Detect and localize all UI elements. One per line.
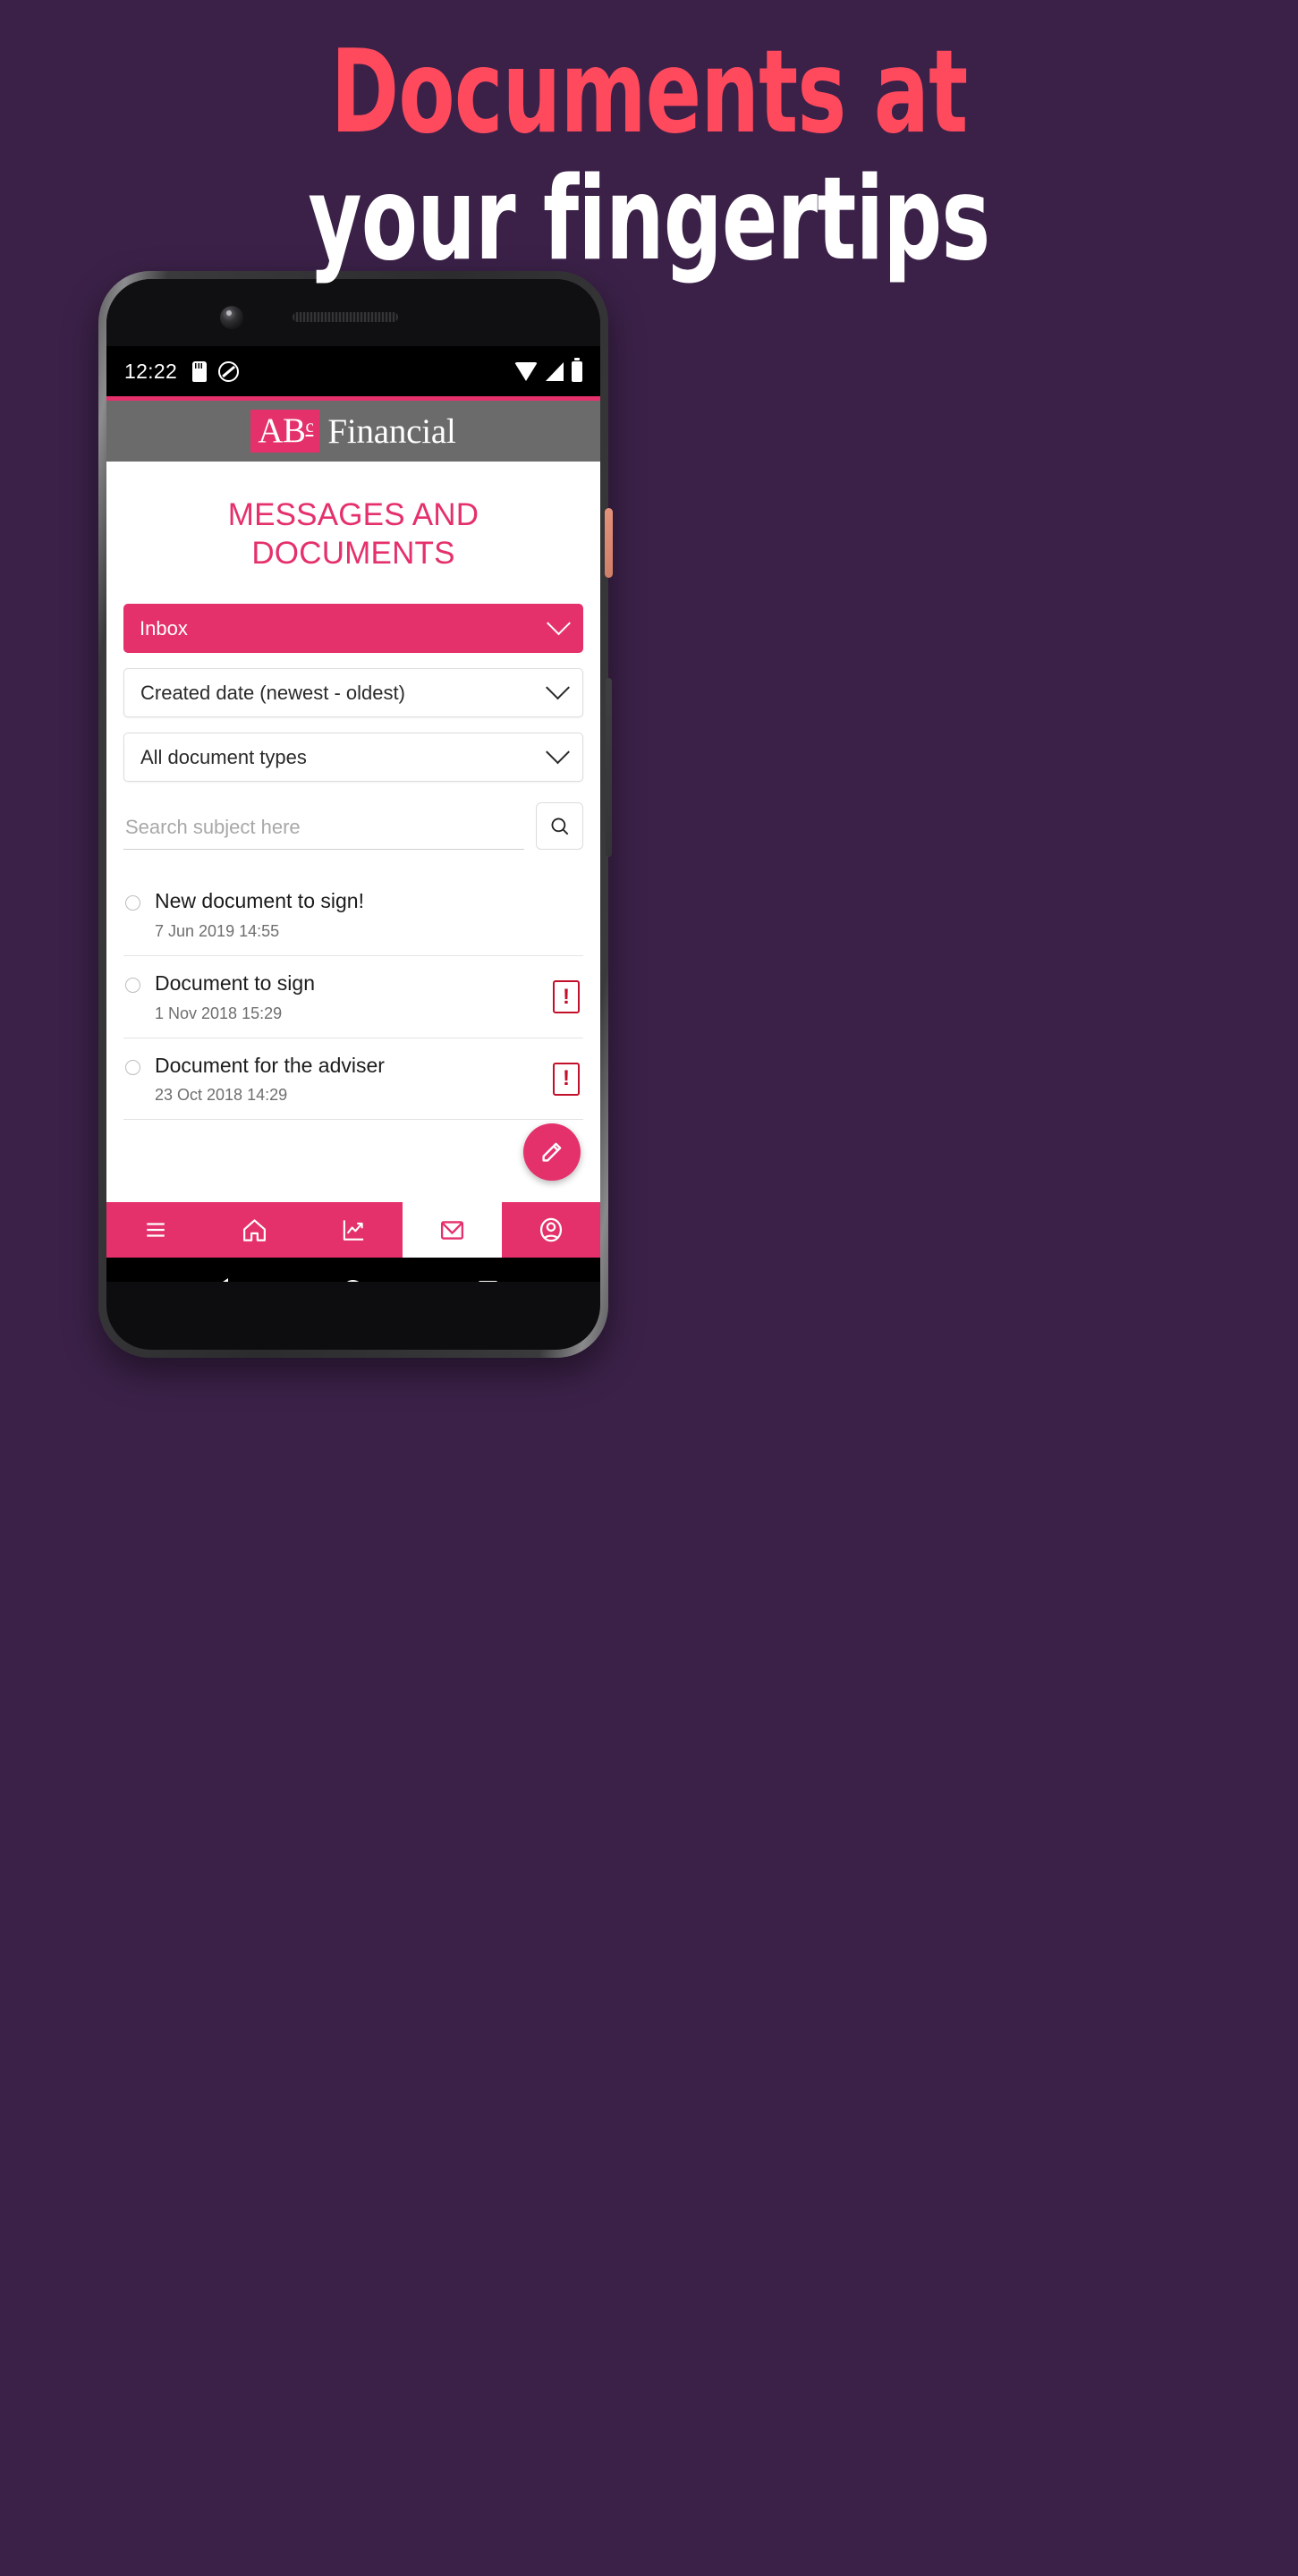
phone-device-inner: 12:22 ABc Financial MESSAGES AND DOCUMEN…: [106, 279, 600, 1350]
phone-device-frame: 12:22 ABc Financial MESSAGES AND DOCUMEN…: [98, 271, 613, 1358]
home-icon: [243, 1218, 267, 1241]
phone-screen: 12:22 ABc Financial MESSAGES AND DOCUMEN…: [106, 346, 600, 1282]
logo-wordmark: Financial: [327, 411, 456, 451]
messages-and-documents-page: MESSAGES AND DOCUMENTS Inbox Created dat…: [106, 462, 600, 1202]
mail-icon: [440, 1220, 463, 1240]
list-item[interactable]: Document to sign 1 Nov 2018 15:29 !: [123, 956, 583, 1038]
action-required-badge: !: [553, 980, 580, 1014]
nav-item-home[interactable]: [205, 1202, 303, 1258]
sd-card-icon: [192, 360, 208, 382]
nav-item-account[interactable]: [502, 1202, 600, 1258]
chart-trend-icon: [343, 1220, 363, 1241]
message-date: 23 Oct 2018 14:29: [155, 1086, 288, 1105]
pencil-icon: [542, 1142, 562, 1162]
chevron-down-icon: [546, 740, 570, 765]
message-text: Document for the adviser 23 Oct 2018 14:…: [155, 1054, 539, 1106]
abc-financial-logo: ABc Financial: [250, 410, 456, 453]
status-bar-right-icons: [514, 357, 582, 382]
sort-select[interactable]: Created date (newest - oldest): [123, 668, 583, 718]
cellular-signal-icon: [546, 361, 564, 381]
app-header: ABc Financial: [106, 401, 600, 462]
sort-select-value: Created date (newest - oldest): [140, 681, 405, 704]
chevron-down-icon: [547, 611, 571, 636]
wifi-icon: [514, 361, 538, 381]
search-input[interactable]: [123, 809, 524, 851]
earpiece-speaker-grille: [293, 312, 398, 322]
action-required-badge: !: [553, 1062, 580, 1096]
power-button[interactable]: [605, 508, 613, 578]
phone-top-bezel: [106, 279, 600, 346]
volume-rocker-button[interactable]: [606, 678, 612, 857]
select-message-radio[interactable]: [125, 895, 140, 911]
compose-message-button[interactable]: [523, 1123, 581, 1181]
do-not-disturb-icon: [218, 360, 240, 382]
message-subject: Document for the adviser: [155, 1053, 385, 1077]
message-list: New document to sign! 7 Jun 2019 14:55 D…: [123, 874, 583, 1121]
list-item[interactable]: Document for the adviser 23 Oct 2018 14:…: [123, 1038, 583, 1121]
message-subject: New document to sign!: [155, 889, 364, 913]
message-date: 1 Nov 2018 15:29: [155, 1004, 283, 1022]
front-camera-icon: [220, 306, 243, 329]
android-navigation-bar: [106, 1258, 600, 1282]
status-bar-left-icons: [192, 360, 240, 382]
recents-square-icon[interactable]: [478, 1280, 499, 1282]
search-button[interactable]: [536, 802, 583, 851]
message-text: New document to sign! 7 Jun 2019 14:55: [155, 889, 581, 941]
select-message-radio[interactable]: [125, 977, 140, 993]
promo-headline-line-1: Documents at: [330, 26, 968, 159]
logo-mark-text: AB: [258, 411, 306, 450]
list-item[interactable]: New document to sign! 7 Jun 2019 14:55: [123, 874, 583, 956]
search-row: [123, 802, 583, 851]
promo-headline: Documents at your fingertips: [0, 36, 1298, 277]
folder-select[interactable]: Inbox: [123, 604, 583, 654]
nav-item-performance[interactable]: [304, 1202, 403, 1258]
menu-icon: [147, 1223, 165, 1237]
bottom-navigation-bar: [106, 1202, 600, 1258]
message-date: 7 Jun 2019 14:55: [155, 921, 280, 940]
document-type-select[interactable]: All document types: [123, 733, 583, 783]
back-icon[interactable]: [208, 1278, 228, 1282]
status-bar-clock: 12:22: [124, 359, 178, 383]
android-status-bar: 12:22: [106, 346, 600, 396]
logo-mark: ABc: [250, 410, 320, 453]
logo-mark-superscript: c: [305, 415, 314, 436]
folder-select-value: Inbox: [140, 616, 188, 640]
document-type-select-value: All document types: [140, 745, 307, 768]
search-icon: [551, 818, 568, 835]
page-title: MESSAGES AND DOCUMENTS: [227, 497, 479, 571]
battery-icon: [572, 357, 582, 382]
account-icon: [539, 1217, 562, 1242]
home-circle-icon[interactable]: [341, 1279, 364, 1282]
promo-headline-line-2: your fingertips: [308, 153, 991, 286]
message-subject: Document to sign: [155, 970, 315, 995]
nav-item-menu[interactable]: [106, 1202, 205, 1258]
message-text: Document to sign 1 Nov 2018 15:29: [155, 971, 539, 1023]
chevron-down-icon: [546, 675, 570, 700]
nav-item-messages[interactable]: [403, 1202, 502, 1258]
select-message-radio[interactable]: [125, 1059, 140, 1075]
